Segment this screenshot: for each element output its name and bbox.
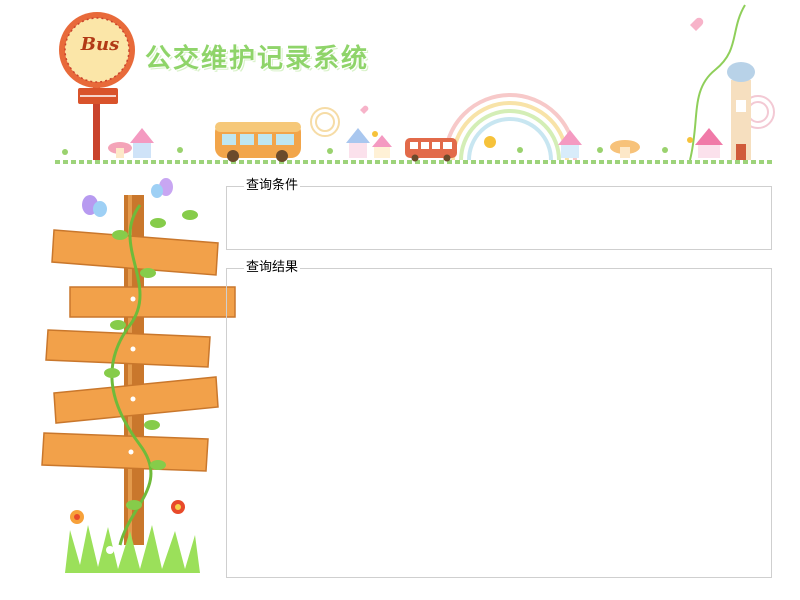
bus-sign-label: Bus [80,34,120,55]
wooden-signpost-icon [40,175,240,585]
query-conditions-panel: 查询条件 [226,178,772,250]
query-conditions-legend: 查询条件 [244,178,301,194]
butterfly-icon [82,195,107,217]
house-icon [130,128,154,158]
house-icon [695,128,723,158]
header-banner: Bus 公交维护记录系统 [0,0,800,170]
butterfly-icon [151,178,173,198]
wooden-plank-icon [41,432,209,472]
house-icon [372,135,392,158]
rainbow-icon [443,93,577,161]
header-illustration [55,4,775,164]
bus-icon [215,122,301,162]
house-icon [346,128,370,158]
query-results-legend: 查询结果 [244,260,301,276]
page-title: 公交维护记录系统 [145,44,370,74]
wooden-plank-icon [69,286,236,318]
bus-icon [405,138,457,162]
query-results-panel: 查询结果 [226,260,772,578]
tower-icon [727,62,755,160]
wooden-plank-icon [45,329,211,368]
